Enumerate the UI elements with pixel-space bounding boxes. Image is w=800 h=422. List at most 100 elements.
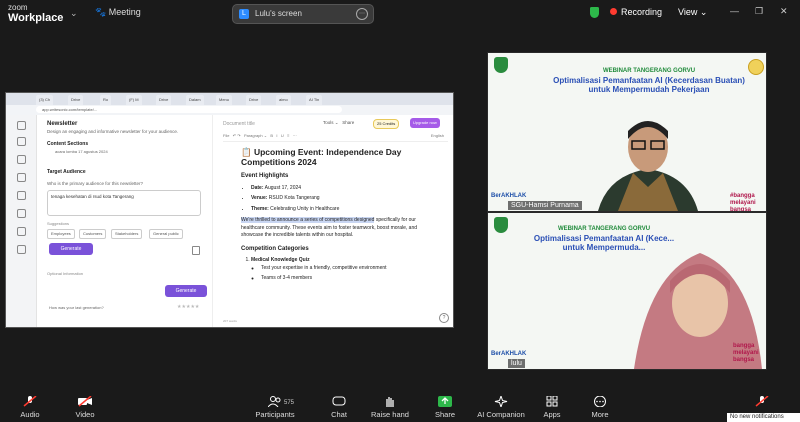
tools-menu[interactable]: Tools ⌄ Share [323,120,354,126]
zoom-top-bar: zoom Workplace ⌄ 🐾 Meeting L Lulu's scre… [0,0,800,28]
browser-tab[interactable]: Drive [68,95,84,105]
meeting-label: Meeting [108,7,141,17]
video-tile-presenter[interactable]: WEBINAR TANGERANG GORVU Optimalisasi Pem… [487,212,767,370]
browser-tab[interactable]: AI Tin [306,95,323,105]
view-label: View [678,7,698,17]
panel-title: Newsletter [47,121,78,127]
home-icon [16,121,26,130]
sidebar-item[interactable] [14,121,28,130]
paragraph-select[interactable]: Paragraph [244,133,263,138]
sidebar-item[interactable] [14,173,28,182]
categories-heading: Competition Categories [241,245,309,252]
raise-hand-button[interactable]: Raise hand [360,396,420,419]
browser-tab[interactable]: Dalam [186,95,204,105]
browser-tab[interactable]: Drive [156,95,172,105]
list-item: Medical Knowledge Quiz Test your experti… [251,257,421,283]
shield-icon[interactable] [590,7,599,18]
audio-button[interactable]: Audio [0,396,60,419]
meeting-menu[interactable]: 🐾 Meeting [95,7,141,18]
browser-tab[interactable]: Ro [100,95,112,105]
sidebar-item[interactable] [14,209,28,218]
document-heading: 📋 Upcoming Event: Independence Day Compe… [241,147,402,167]
document-body[interactable]: 📋 Upcoming Event: Independence Day Compe… [241,147,421,286]
participant-name: lulu [508,359,525,368]
sidebar-item[interactable] [14,155,28,164]
app-sidebar [6,115,37,327]
audio-label: Audio [20,410,40,419]
help-icon[interactable]: ? [439,313,449,323]
meeting-toolbar: Audio Video Participants 575 Chat Raise … [0,392,800,422]
sidebar-item[interactable] [14,191,28,200]
language-select[interactable]: English [431,133,444,138]
browser-tab[interactable]: Menu [216,95,233,105]
write-icon [16,137,26,146]
brand-hashtag: bangga melayani bangsa [733,343,759,363]
sidebar-item[interactable] [14,137,28,146]
browser-tab[interactable]: (3) Ch [36,95,54,105]
suggestion-chip[interactable]: Employees [47,229,75,239]
video-button[interactable]: Video [55,396,115,419]
browser-tab[interactable]: (F) M [126,95,142,105]
share-avatar: L [239,9,249,19]
address-bar: app.writesonic.com/template/... [6,105,453,115]
sidebar-item[interactable] [14,245,28,254]
participants-icon [268,396,281,407]
berakhlak-logo: BerAKHLAK [491,351,527,357]
end-button[interactable] [742,396,782,407]
generate-button[interactable]: Generate [49,243,93,255]
browser-tab[interactable]: Drive [246,95,262,105]
share-doc-label[interactable]: Share [342,120,354,125]
highlights-list: Date: August 17, 2024 Venue: RSUD Kota T… [241,185,421,214]
list-item: Test your expertise in a friendly, compe… [261,265,421,273]
content-sections-title[interactable]: Content Sections [47,141,88,147]
mic-muted-icon [23,396,37,407]
panel-description: Design an engaging and informative newsl… [47,129,179,134]
url-input[interactable]: app.writesonic.com/template/... [36,106,342,113]
chevron-down-icon[interactable]: ⌄ [70,8,78,19]
audience-input[interactable]: tenaga kesehatan di rsud kota Tangerang [47,190,201,216]
suggestion-chip[interactable]: Customers [79,229,107,239]
target-audience-title[interactable]: Target Audience [47,169,86,175]
browser-tab[interactable]: aimo [276,95,291,105]
view-button[interactable]: View ⌄ [678,7,707,18]
format-toolbar: File ↶ ↷ Paragraph ⌄ B I U ≡ ⋯ English [223,133,448,142]
close-icon[interactable]: ✕ [780,6,788,17]
share-label: Lulu's screen [255,9,302,18]
file-icon[interactable]: File [223,133,229,138]
list-item: Theme: Celebrating Unity in Healthcare [251,206,421,214]
rating-stars[interactable]: ★★★★★ [177,304,199,310]
generate-main-button[interactable]: Generate [165,285,207,297]
screen-share-pill[interactable]: L Lulu's screen ⋯ [232,4,374,24]
more-icon[interactable]: ⋯ [356,8,368,20]
mic-muted-small-icon [755,396,769,407]
document-title-input[interactable]: Document title [223,121,255,127]
hand-icon [386,397,394,407]
paw-icon: 🐾 [95,7,107,17]
settings-icon [16,245,26,254]
trash-icon[interactable] [192,246,200,255]
grid-icon [16,227,26,236]
host-person-image [598,121,698,211]
participant-name: SGU-Hamsi Purnama [508,201,582,210]
share-button[interactable]: Share [415,396,475,419]
upgrade-button[interactable]: Upgrade now [410,118,440,128]
notification-toast[interactable]: No new notifications [727,413,800,422]
webinar-title: WEBINAR TANGERANG GORVU Optimalisasi Pem… [544,67,754,94]
suggestions-label: Suggestions [47,221,70,226]
optional-info-label[interactable]: Optional Information [47,271,83,276]
emblem-icon [494,217,508,233]
suggestion-chip[interactable]: General public [149,229,183,239]
participants-button[interactable]: Participants [245,396,305,419]
maximize-icon[interactable]: ❐ [755,6,763,17]
suggestion-chip[interactable]: Stakeholders [111,229,143,239]
intro-paragraph: We're thrilled to announce a series of c… [241,217,418,238]
recording-status[interactable]: Recording [621,7,662,17]
berakhlak-logo: BerAKHLAK [491,193,527,199]
minimize-icon[interactable]: — [730,6,739,16]
more-button[interactable]: More [570,396,630,419]
audio-icon [16,173,26,182]
shared-screen: (3) Ch Drive Ro (F) M Drive Dalam Menu D… [5,92,454,328]
video-tile-host[interactable]: WEBINAR TANGERANG GORVU Optimalisasi Pem… [487,52,767,212]
share-label: Share [434,410,455,419]
sidebar-item[interactable] [14,227,28,236]
